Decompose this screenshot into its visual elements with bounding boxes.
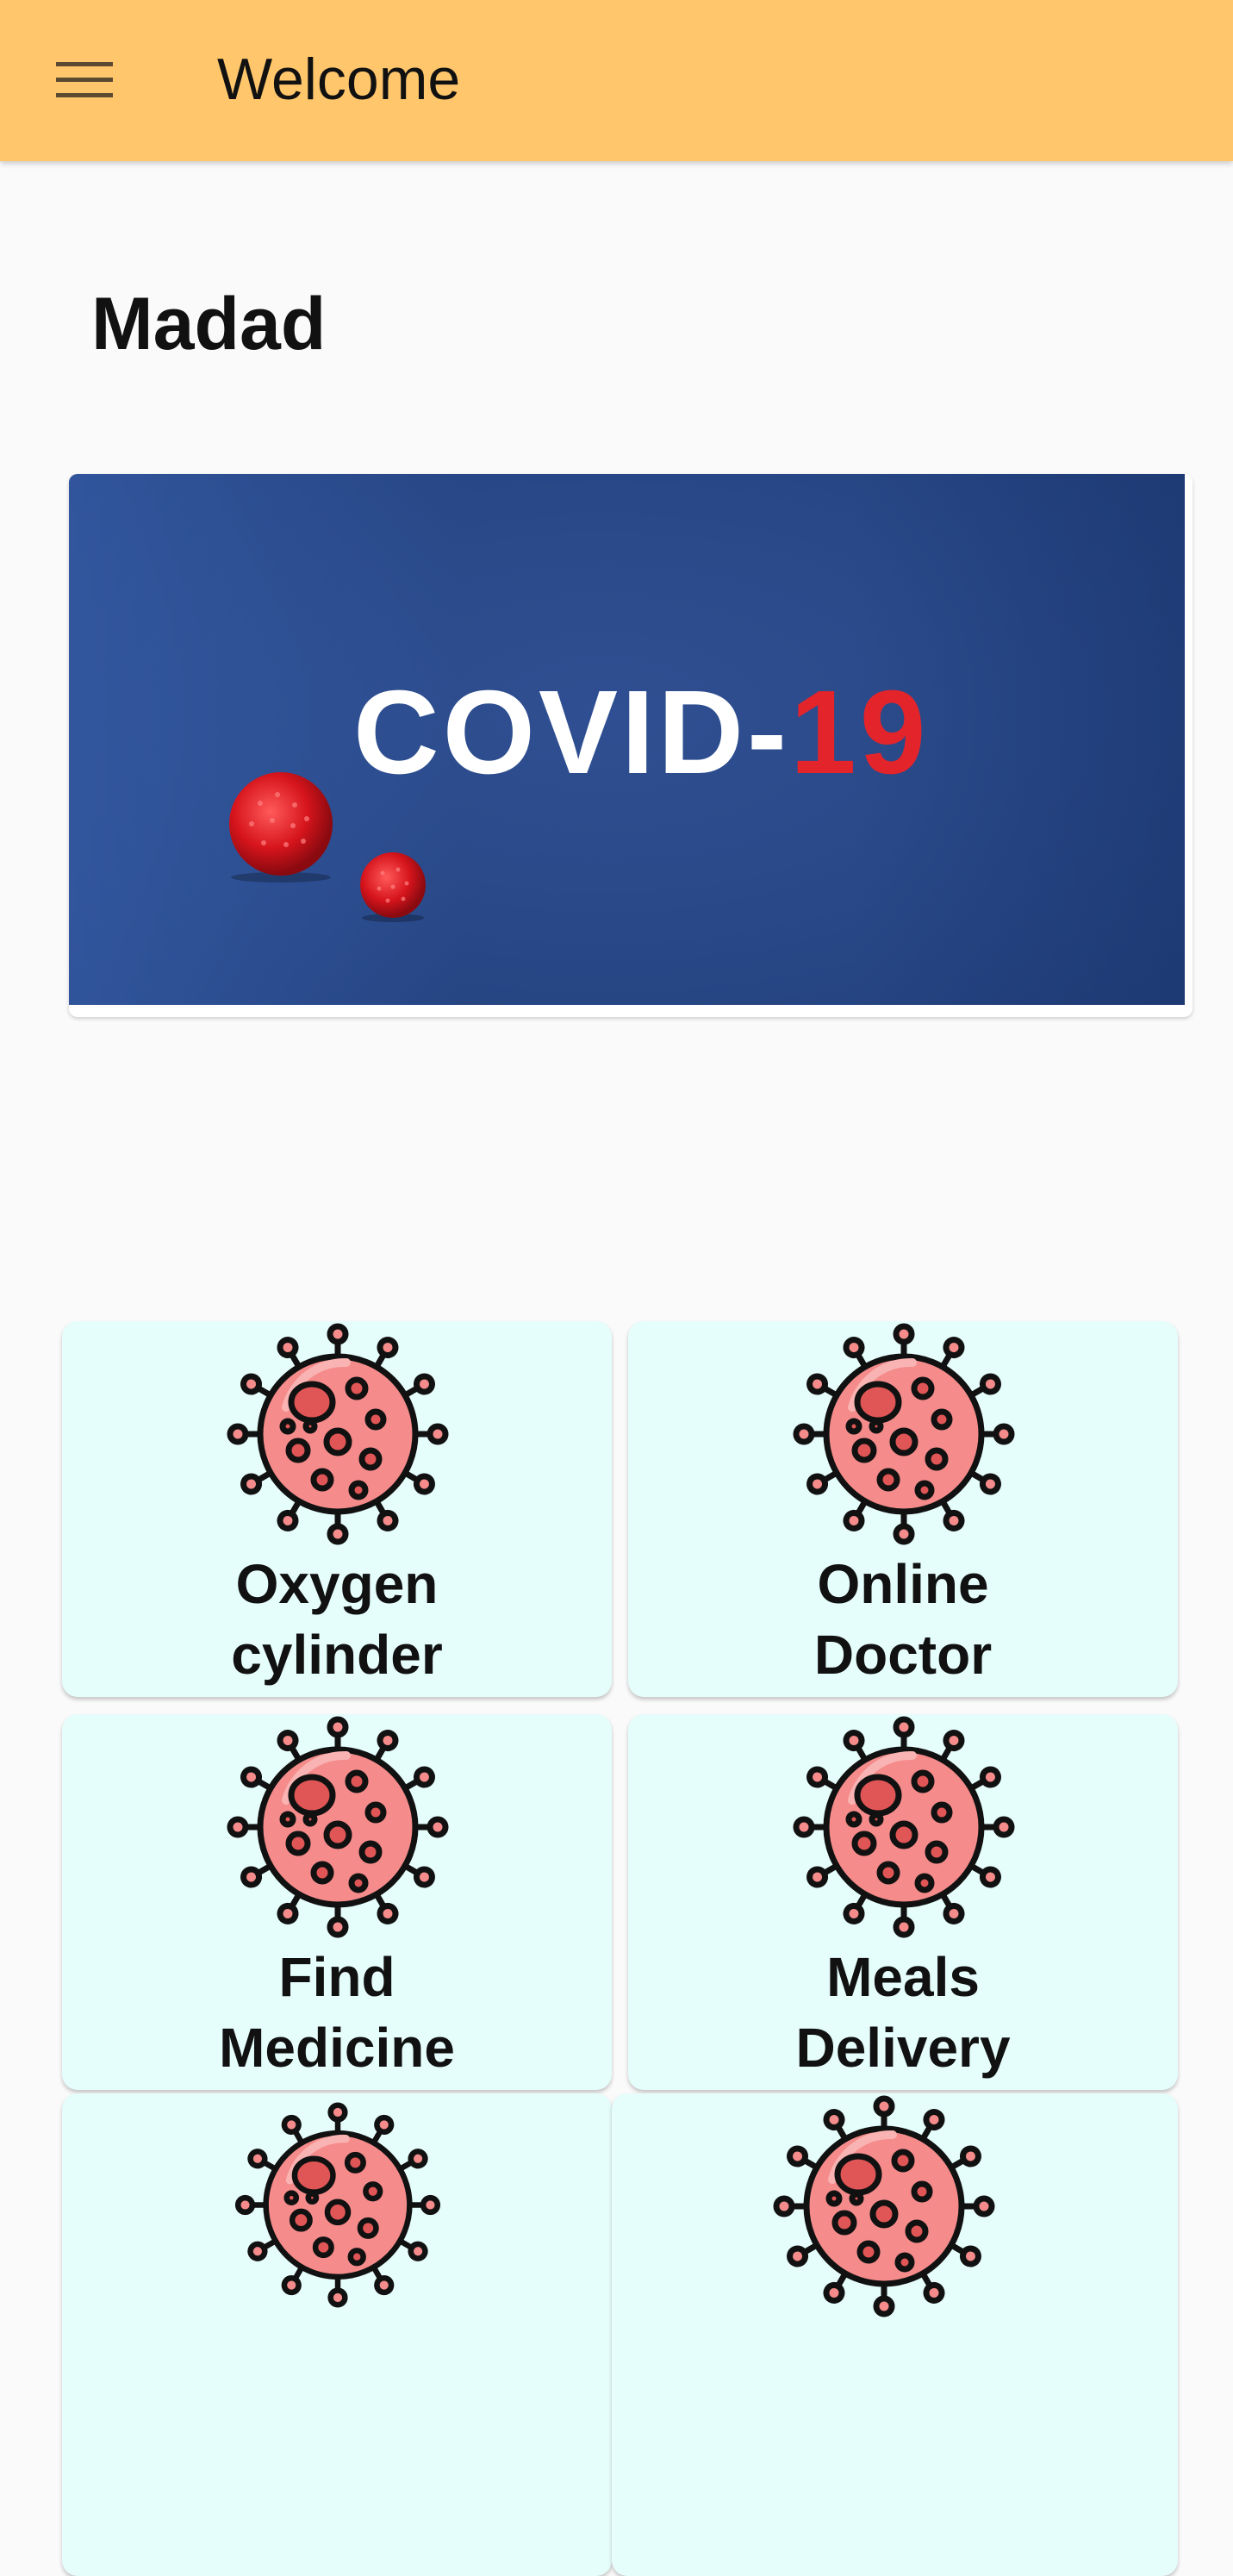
app-bar: Welcome bbox=[0, 0, 1233, 161]
app-bar-title: Welcome bbox=[217, 47, 461, 112]
tile-label-line1: Find bbox=[278, 1946, 395, 2008]
tile-online-doctor[interactable]: Online Doctor bbox=[628, 1321, 1178, 1697]
virus-icon bbox=[767, 2093, 1001, 2319]
menu-icon bbox=[56, 62, 113, 97]
tile-partial-right[interactable] bbox=[612, 2093, 1178, 2576]
banner-text-red: 19 bbox=[790, 666, 930, 799]
tile-find-medicine[interactable]: Find Medicine bbox=[62, 1714, 612, 2090]
virus-icon bbox=[787, 1714, 1021, 1940]
virus-ball-icon bbox=[229, 772, 333, 883]
virus-icon bbox=[229, 2100, 446, 2310]
tile-label-line2: Delivery bbox=[795, 2017, 1011, 2079]
tile-label-line1: Online bbox=[817, 1553, 989, 1615]
covid-banner[interactable]: COVID-19 bbox=[69, 474, 1193, 1017]
banner-text-white: COVID- bbox=[353, 666, 790, 799]
tile-oxygen-cylinder[interactable]: Oxygen cylinder bbox=[62, 1321, 612, 1697]
tile-label-line2: Doctor bbox=[813, 1624, 993, 1686]
virus-icon bbox=[221, 1321, 455, 1547]
virus-icon bbox=[787, 1321, 1021, 1547]
tile-label: Find Medicine bbox=[62, 1942, 612, 2083]
tile-partial-left[interactable] bbox=[62, 2093, 612, 2576]
virus-icon bbox=[221, 1714, 455, 1940]
tile-label-line1: Meals bbox=[826, 1946, 980, 2008]
tile-label-line1: Oxygen bbox=[235, 1553, 439, 1615]
page-title: Madad bbox=[91, 283, 327, 365]
tile-meals-delivery[interactable]: Meals Delivery bbox=[628, 1714, 1178, 2090]
tile-label-line2: Medicine bbox=[219, 2017, 455, 2079]
tile-label: Online Doctor bbox=[628, 1549, 1178, 1690]
menu-button[interactable] bbox=[41, 41, 128, 119]
covid-banner-text: COVID-19 bbox=[353, 668, 930, 797]
tile-label-line2: cylinder bbox=[231, 1624, 443, 1686]
tile-label: Oxygen cylinder bbox=[62, 1549, 612, 1690]
tile-label: Meals Delivery bbox=[628, 1942, 1178, 2083]
covid-banner-image: COVID-19 bbox=[69, 474, 1185, 1005]
virus-ball-small-icon bbox=[360, 852, 426, 922]
